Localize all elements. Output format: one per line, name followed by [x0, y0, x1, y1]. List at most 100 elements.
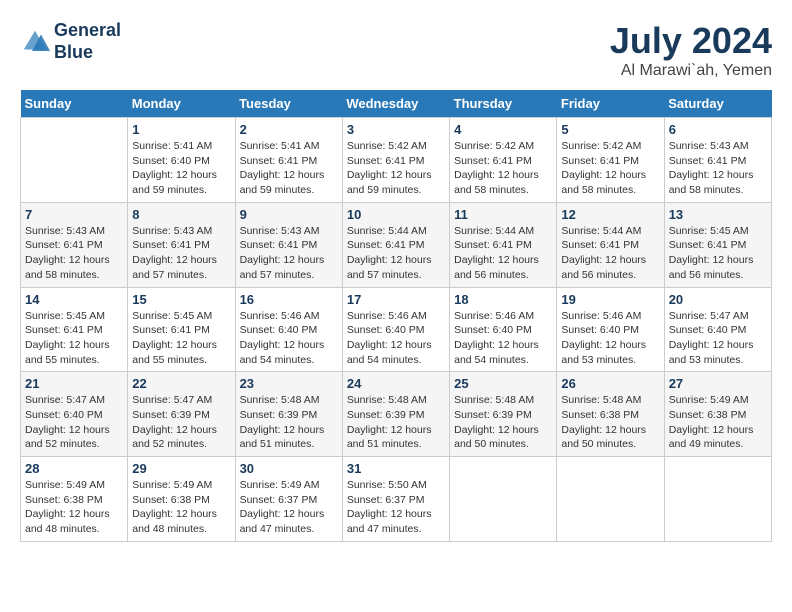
day-number: 25: [454, 376, 552, 391]
day-number: 4: [454, 122, 552, 137]
week-row-5: 28Sunrise: 5:49 AMSunset: 6:38 PMDayligh…: [21, 457, 772, 542]
day-number: 27: [669, 376, 767, 391]
calendar-cell: 20Sunrise: 5:47 AMSunset: 6:40 PMDayligh…: [664, 287, 771, 372]
calendar-cell: 4 Sunrise: 5:42 AMSunset: 6:41 PMDaylight…: [450, 118, 557, 203]
day-number: 18: [454, 292, 552, 307]
day-info: Sunrise: 5:41 AMSunset: 6:41 PMDaylight:…: [240, 139, 338, 198]
calendar-cell: [21, 118, 128, 203]
day-info: Sunrise: 5:46 AMSunset: 6:40 PMDaylight:…: [240, 309, 338, 368]
calendar-cell: 9 Sunrise: 5:43 AMSunset: 6:41 PMDaylight…: [235, 202, 342, 287]
day-number: 2: [240, 122, 338, 137]
day-info: Sunrise: 5:47 AMSunset: 6:39 PMDaylight:…: [132, 393, 230, 452]
calendar-cell: 13Sunrise: 5:45 AMSunset: 6:41 PMDayligh…: [664, 202, 771, 287]
calendar-table: SundayMondayTuesdayWednesdayThursdayFrid…: [20, 90, 772, 542]
week-row-4: 21Sunrise: 5:47 AMSunset: 6:40 PMDayligh…: [21, 372, 772, 457]
day-number: 12: [561, 207, 659, 222]
day-number: 19: [561, 292, 659, 307]
day-number: 3: [347, 122, 445, 137]
day-info: Sunrise: 5:44 AMSunset: 6:41 PMDaylight:…: [347, 224, 445, 283]
calendar-cell: 22Sunrise: 5:47 AMSunset: 6:39 PMDayligh…: [128, 372, 235, 457]
header-cell-saturday: Saturday: [664, 90, 771, 118]
logo-text: General Blue: [54, 20, 121, 63]
day-info: Sunrise: 5:41 AMSunset: 6:40 PMDaylight:…: [132, 139, 230, 198]
calendar-cell: 24 Sunrise: 5:48 AMSunset: 6:39 PMDayligh…: [342, 372, 449, 457]
calendar-header: SundayMondayTuesdayWednesdayThursdayFrid…: [21, 90, 772, 118]
calendar-cell: 28Sunrise: 5:49 AMSunset: 6:38 PMDayligh…: [21, 457, 128, 542]
day-info: Sunrise: 5:46 AMSunset: 6:40 PMDaylight:…: [347, 309, 445, 368]
day-info: Sunrise: 5:47 AMSunset: 6:40 PMDaylight:…: [669, 309, 767, 368]
day-info: Sunrise: 5:49 AMSunset: 6:38 PMDaylight:…: [132, 478, 230, 537]
day-info: Sunrise: 5:49 AMSunset: 6:37 PMDaylight:…: [240, 478, 338, 537]
day-number: 29: [132, 461, 230, 476]
day-info: Sunrise: 5:45 AMSunset: 6:41 PMDaylight:…: [669, 224, 767, 283]
header-cell-sunday: Sunday: [21, 90, 128, 118]
day-number: 9: [240, 207, 338, 222]
day-number: 7: [25, 207, 123, 222]
calendar-cell: [450, 457, 557, 542]
subtitle: Al Marawi`ah, Yemen: [610, 62, 772, 80]
calendar-cell: 8Sunrise: 5:43 AMSunset: 6:41 PMDaylight…: [128, 202, 235, 287]
day-number: 14: [25, 292, 123, 307]
week-row-1: 1 Sunrise: 5:41 AMSunset: 6:40 PMDaylight…: [21, 118, 772, 203]
day-number: 10: [347, 207, 445, 222]
day-info: Sunrise: 5:49 AMSunset: 6:38 PMDaylight:…: [25, 478, 123, 537]
page-header: General Blue July 2024 Al Marawi`ah, Yem…: [20, 20, 772, 80]
day-info: Sunrise: 5:46 AMSunset: 6:40 PMDaylight:…: [454, 309, 552, 368]
title-block: July 2024 Al Marawi`ah, Yemen: [610, 20, 772, 80]
day-info: Sunrise: 5:44 AMSunset: 6:41 PMDaylight:…: [561, 224, 659, 283]
logo-icon: [20, 27, 50, 57]
calendar-cell: 29 Sunrise: 5:49 AMSunset: 6:38 PMDayligh…: [128, 457, 235, 542]
day-info: Sunrise: 5:43 AMSunset: 6:41 PMDaylight:…: [132, 224, 230, 283]
calendar-cell: 21Sunrise: 5:47 AMSunset: 6:40 PMDayligh…: [21, 372, 128, 457]
day-info: Sunrise: 5:43 AMSunset: 6:41 PMDaylight:…: [240, 224, 338, 283]
calendar-cell: 5Sunrise: 5:42 AMSunset: 6:41 PMDaylight…: [557, 118, 664, 203]
header-cell-wednesday: Wednesday: [342, 90, 449, 118]
day-info: Sunrise: 5:50 AMSunset: 6:37 PMDaylight:…: [347, 478, 445, 537]
calendar-cell: 3 Sunrise: 5:42 AMSunset: 6:41 PMDaylight…: [342, 118, 449, 203]
day-info: Sunrise: 5:48 AMSunset: 6:39 PMDaylight:…: [240, 393, 338, 452]
day-info: Sunrise: 5:42 AMSunset: 6:41 PMDaylight:…: [454, 139, 552, 198]
day-number: 6: [669, 122, 767, 137]
calendar-cell: 16 Sunrise: 5:46 AMSunset: 6:40 PMDayligh…: [235, 287, 342, 372]
day-info: Sunrise: 5:43 AMSunset: 6:41 PMDaylight:…: [669, 139, 767, 198]
calendar-cell: [557, 457, 664, 542]
header-cell-monday: Monday: [128, 90, 235, 118]
calendar-cell: 7 Sunrise: 5:43 AMSunset: 6:41 PMDaylight…: [21, 202, 128, 287]
header-cell-friday: Friday: [557, 90, 664, 118]
day-number: 21: [25, 376, 123, 391]
day-info: Sunrise: 5:44 AMSunset: 6:41 PMDaylight:…: [454, 224, 552, 283]
day-number: 1: [132, 122, 230, 137]
calendar-cell: 1 Sunrise: 5:41 AMSunset: 6:40 PMDaylight…: [128, 118, 235, 203]
week-row-3: 14 Sunrise: 5:45 AMSunset: 6:41 PMDayligh…: [21, 287, 772, 372]
logo: General Blue: [20, 20, 121, 63]
calendar-cell: 11Sunrise: 5:44 AMSunset: 6:41 PMDayligh…: [450, 202, 557, 287]
calendar-cell: 30 Sunrise: 5:49 AMSunset: 6:37 PMDayligh…: [235, 457, 342, 542]
day-number: 16: [240, 292, 338, 307]
day-number: 17: [347, 292, 445, 307]
calendar-cell: 26Sunrise: 5:48 AMSunset: 6:38 PMDayligh…: [557, 372, 664, 457]
calendar-cell: 19 Sunrise: 5:46 AMSunset: 6:40 PMDayligh…: [557, 287, 664, 372]
header-row: SundayMondayTuesdayWednesdayThursdayFrid…: [21, 90, 772, 118]
day-info: Sunrise: 5:43 AMSunset: 6:41 PMDaylight:…: [25, 224, 123, 283]
day-number: 24: [347, 376, 445, 391]
calendar-cell: 25 Sunrise: 5:48 AMSunset: 6:39 PMDayligh…: [450, 372, 557, 457]
calendar-cell: 10 Sunrise: 5:44 AMSunset: 6:41 PMDayligh…: [342, 202, 449, 287]
day-number: 15: [132, 292, 230, 307]
calendar-cell: 17 Sunrise: 5:46 AMSunset: 6:40 PMDayligh…: [342, 287, 449, 372]
day-info: Sunrise: 5:46 AMSunset: 6:40 PMDaylight:…: [561, 309, 659, 368]
day-info: Sunrise: 5:42 AMSunset: 6:41 PMDaylight:…: [347, 139, 445, 198]
day-number: 23: [240, 376, 338, 391]
calendar-cell: 23 Sunrise: 5:48 AMSunset: 6:39 PMDayligh…: [235, 372, 342, 457]
day-number: 30: [240, 461, 338, 476]
day-info: Sunrise: 5:48 AMSunset: 6:39 PMDaylight:…: [347, 393, 445, 452]
calendar-cell: 27Sunrise: 5:49 AMSunset: 6:38 PMDayligh…: [664, 372, 771, 457]
day-info: Sunrise: 5:42 AMSunset: 6:41 PMDaylight:…: [561, 139, 659, 198]
calendar-cell: 12 Sunrise: 5:44 AMSunset: 6:41 PMDayligh…: [557, 202, 664, 287]
day-number: 26: [561, 376, 659, 391]
calendar-cell: 31Sunrise: 5:50 AMSunset: 6:37 PMDayligh…: [342, 457, 449, 542]
calendar-cell: [664, 457, 771, 542]
day-info: Sunrise: 5:45 AMSunset: 6:41 PMDaylight:…: [132, 309, 230, 368]
day-info: Sunrise: 5:45 AMSunset: 6:41 PMDaylight:…: [25, 309, 123, 368]
day-info: Sunrise: 5:48 AMSunset: 6:39 PMDaylight:…: [454, 393, 552, 452]
calendar-cell: 18 Sunrise: 5:46 AMSunset: 6:40 PMDayligh…: [450, 287, 557, 372]
